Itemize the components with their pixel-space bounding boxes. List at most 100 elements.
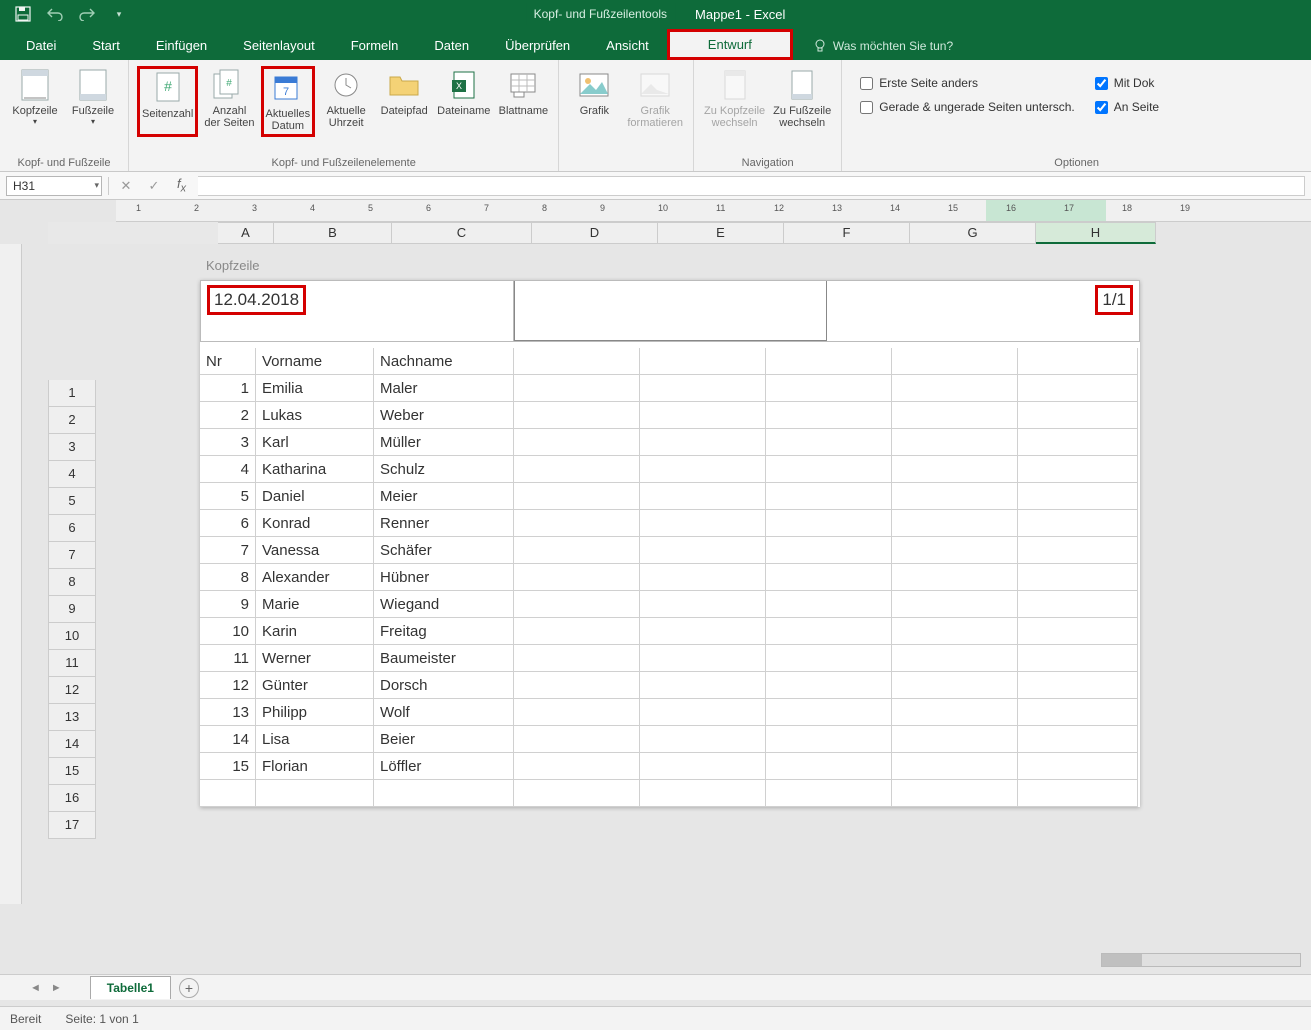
fusszeile-button[interactable]: Fußzeile▾ bbox=[66, 66, 120, 128]
cell[interactable]: 7 bbox=[200, 537, 256, 564]
checkbox-mit-dok[interactable] bbox=[1095, 77, 1108, 90]
cell[interactable] bbox=[640, 483, 766, 510]
row-header[interactable]: 8 bbox=[48, 569, 96, 596]
cell[interactable]: Dorsch bbox=[374, 672, 514, 699]
option-erste-seite[interactable]: Erste Seite anders bbox=[860, 76, 1074, 90]
cell[interactable]: 8 bbox=[200, 564, 256, 591]
cell[interactable]: Beier bbox=[374, 726, 514, 753]
cell[interactable]: Marie bbox=[256, 591, 374, 618]
cell[interactable] bbox=[892, 753, 1018, 780]
cell[interactable]: 2 bbox=[200, 402, 256, 429]
cell[interactable] bbox=[766, 375, 892, 402]
cell[interactable] bbox=[766, 672, 892, 699]
row-header[interactable]: 6 bbox=[48, 515, 96, 542]
column-header-B[interactable]: B bbox=[274, 222, 392, 244]
table-row[interactable]: 8AlexanderHübner bbox=[200, 564, 1140, 591]
option-gerade-ungerade[interactable]: Gerade & ungerade Seiten untersch. bbox=[860, 100, 1074, 114]
tab-formeln[interactable]: Formeln bbox=[333, 31, 417, 60]
column-header-F[interactable]: F bbox=[784, 222, 910, 244]
cell[interactable] bbox=[514, 402, 640, 429]
cell[interactable] bbox=[514, 429, 640, 456]
page-header-area[interactable]: 12.04.2018 1/1 bbox=[200, 280, 1140, 342]
cell[interactable] bbox=[200, 780, 256, 807]
row-header[interactable]: 5 bbox=[48, 488, 96, 515]
sheet-tab-active[interactable]: Tabelle1 bbox=[90, 976, 171, 999]
enter-formula-icon[interactable]: ✓ bbox=[143, 178, 165, 194]
cell[interactable] bbox=[892, 348, 1018, 375]
table-row[interactable]: 10KarinFreitag bbox=[200, 618, 1140, 645]
tab-ansicht[interactable]: Ansicht bbox=[588, 31, 667, 60]
cell[interactable]: Vorname bbox=[256, 348, 374, 375]
cell[interactable] bbox=[1018, 537, 1138, 564]
blattname-button[interactable]: Blattname bbox=[496, 66, 550, 137]
cell[interactable]: Günter bbox=[256, 672, 374, 699]
cell[interactable] bbox=[514, 753, 640, 780]
cell[interactable] bbox=[514, 672, 640, 699]
cell[interactable] bbox=[640, 537, 766, 564]
cell[interactable] bbox=[766, 483, 892, 510]
cell[interactable] bbox=[640, 564, 766, 591]
cell[interactable]: Lukas bbox=[256, 402, 374, 429]
cell[interactable] bbox=[766, 510, 892, 537]
row-header[interactable]: 2 bbox=[48, 407, 96, 434]
cell[interactable]: Schäfer bbox=[374, 537, 514, 564]
checkbox-gerade-ungerade[interactable] bbox=[860, 101, 873, 114]
name-box[interactable]: H31▾ bbox=[6, 176, 102, 196]
tab-start[interactable]: Start bbox=[74, 31, 137, 60]
cell[interactable] bbox=[766, 456, 892, 483]
cell[interactable] bbox=[766, 699, 892, 726]
column-header-A[interactable]: A bbox=[218, 222, 274, 244]
cell[interactable]: Werner bbox=[256, 645, 374, 672]
header-center-section[interactable] bbox=[514, 281, 828, 341]
seitenzahl-button[interactable]: # Seitenzahl bbox=[137, 66, 198, 137]
table-row[interactable]: 1EmiliaMaler bbox=[200, 375, 1140, 402]
cell[interactable]: 9 bbox=[200, 591, 256, 618]
cell[interactable] bbox=[1018, 402, 1138, 429]
tab-seitenlayout[interactable]: Seitenlayout bbox=[225, 31, 333, 60]
cell[interactable] bbox=[892, 726, 1018, 753]
cell[interactable] bbox=[1018, 564, 1138, 591]
tab-datei[interactable]: Datei bbox=[8, 31, 74, 60]
cell[interactable] bbox=[766, 429, 892, 456]
cell[interactable] bbox=[766, 753, 892, 780]
table-row[interactable]: 5DanielMeier bbox=[200, 483, 1140, 510]
cell[interactable] bbox=[1018, 780, 1138, 807]
save-icon[interactable] bbox=[14, 5, 32, 23]
table-row[interactable]: 14LisaBeier bbox=[200, 726, 1140, 753]
column-header-D[interactable]: D bbox=[532, 222, 658, 244]
cell[interactable]: Florian bbox=[256, 753, 374, 780]
kopfzeile-button[interactable]: Kopfzeile▾ bbox=[8, 66, 62, 128]
cell[interactable] bbox=[514, 456, 640, 483]
row-header[interactable]: 4 bbox=[48, 461, 96, 488]
undo-icon[interactable] bbox=[46, 5, 64, 23]
data-grid[interactable]: NrVornameNachname1EmiliaMaler2LukasWeber… bbox=[200, 348, 1140, 807]
cell[interactable]: Karin bbox=[256, 618, 374, 645]
cell[interactable] bbox=[514, 564, 640, 591]
cell[interactable] bbox=[1018, 348, 1138, 375]
cell[interactable]: 3 bbox=[200, 429, 256, 456]
cell[interactable] bbox=[514, 726, 640, 753]
redo-icon[interactable] bbox=[78, 5, 96, 23]
zu-fusszeile-button[interactable]: Zu Fußzeile wechseln bbox=[771, 66, 833, 131]
row-header[interactable]: 16 bbox=[48, 785, 96, 812]
cell[interactable] bbox=[640, 618, 766, 645]
cell[interactable] bbox=[514, 780, 640, 807]
row-header[interactable]: 3 bbox=[48, 434, 96, 461]
cell[interactable]: 12 bbox=[200, 672, 256, 699]
cell[interactable] bbox=[892, 537, 1018, 564]
cell[interactable] bbox=[1018, 726, 1138, 753]
cell[interactable] bbox=[514, 483, 640, 510]
cell[interactable] bbox=[514, 348, 640, 375]
table-row[interactable]: 13PhilippWolf bbox=[200, 699, 1140, 726]
cell[interactable] bbox=[892, 591, 1018, 618]
cell[interactable]: Baumeister bbox=[374, 645, 514, 672]
cell[interactable]: Müller bbox=[374, 429, 514, 456]
row-header[interactable]: 17 bbox=[48, 812, 96, 839]
aktuelle-uhrzeit-button[interactable]: Aktuelle Uhrzeit bbox=[319, 66, 373, 137]
column-header-H[interactable]: H bbox=[1036, 222, 1156, 244]
row-header[interactable]: 9 bbox=[48, 596, 96, 623]
cell[interactable] bbox=[640, 348, 766, 375]
tell-me-search[interactable]: Was möchten Sie tun? bbox=[813, 39, 953, 60]
cell[interactable] bbox=[640, 780, 766, 807]
column-header-C[interactable]: C bbox=[392, 222, 532, 244]
